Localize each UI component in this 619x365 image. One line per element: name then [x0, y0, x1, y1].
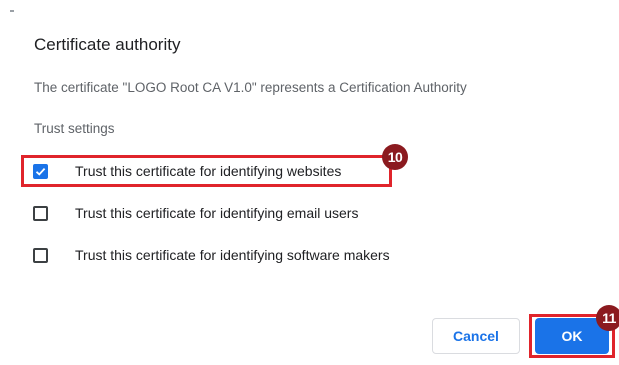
highlight-box-websites: [21, 155, 392, 187]
dialog-title: Certificate authority: [34, 35, 181, 54]
trust-settings-label: Trust settings: [34, 121, 115, 136]
cancel-button[interactable]: Cancel: [432, 318, 520, 354]
trust-software-checkbox[interactable]: [33, 247, 48, 263]
step-badge-10: 10: [382, 144, 408, 170]
trust-email-checkbox[interactable]: [33, 205, 48, 221]
trust-email-row[interactable]: Trust this certificate for identifying e…: [30, 200, 358, 226]
stray-mark: [10, 10, 14, 12]
trust-email-label: Trust this certificate for identifying e…: [75, 205, 359, 221]
dialog-description: The certificate "LOGO Root CA V1.0" repr…: [34, 80, 467, 95]
trust-software-label: Trust this certificate for identifying s…: [75, 247, 390, 263]
trust-software-row[interactable]: Trust this certificate for identifying s…: [30, 242, 390, 268]
step-badge-11: 11: [596, 305, 619, 331]
